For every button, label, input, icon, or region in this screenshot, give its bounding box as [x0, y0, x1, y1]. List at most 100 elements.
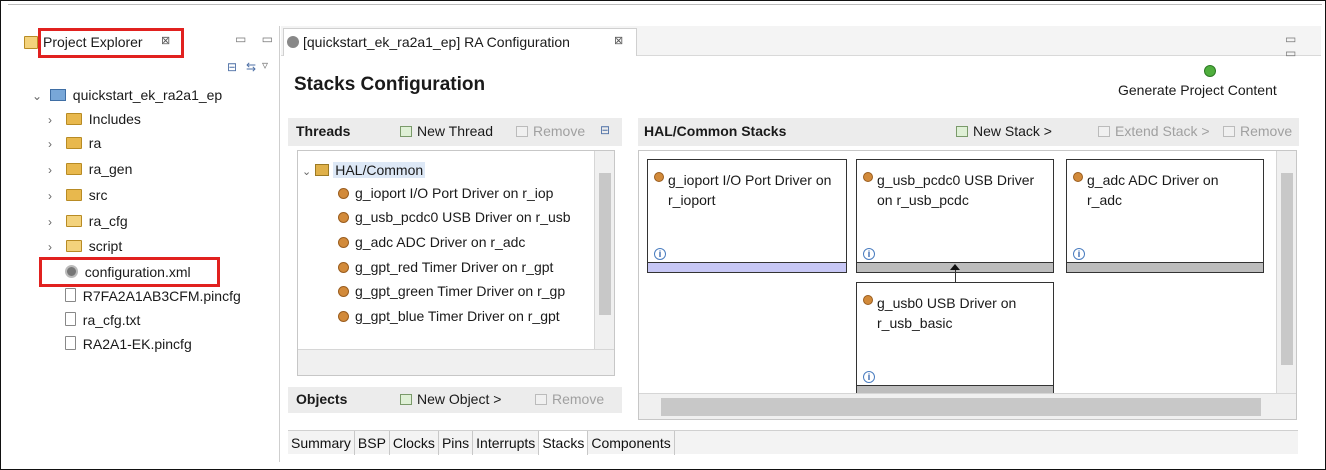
info-icon[interactable]: i	[863, 371, 875, 383]
scrollbar-thumb[interactable]	[1281, 173, 1293, 365]
remove-icon	[535, 394, 547, 405]
remove-stack-button[interactable]: Remove	[1223, 123, 1292, 139]
collapse-icon[interactable]: ⊟	[600, 123, 610, 137]
tree-item-pincfg-main[interactable]: R7FA2A1AB3CFM.pincfg	[47, 285, 241, 307]
gear-icon	[64, 265, 78, 278]
objects-title: Objects	[296, 391, 348, 407]
module-icon	[338, 286, 349, 297]
tree-item-ra-cfg[interactable]: › ra_cfg	[48, 210, 128, 232]
file-icon	[64, 288, 76, 302]
editor-tab-title: [quickstart_ek_ra2a1_ep] RA Configuratio…	[303, 34, 570, 50]
thread-item-usb-pcdc0[interactable]: g_usb_pcdc0 USB Driver on r_usb	[338, 206, 571, 228]
new-stack-icon	[956, 126, 968, 137]
chevron-right-icon: ›	[48, 137, 52, 151]
tree-item-ra-cfg-txt[interactable]: ra_cfg.txt	[47, 309, 140, 331]
stacks-canvas[interactable]: g_ioport I/O Port Driver on r_ioport i g…	[638, 150, 1297, 420]
threads-vertical-scrollbar[interactable]	[594, 151, 614, 349]
tree-item-includes[interactable]: › Includes	[48, 108, 141, 130]
stack-card-usb-pcdc0[interactable]: g_usb_pcdc0 USB Driver on r_usb_pcdc i	[856, 159, 1054, 273]
stack-card-usb0[interactable]: g_usb0 USB Driver on r_usb_basic i	[856, 282, 1054, 396]
module-icon	[338, 262, 349, 273]
new-thread-button[interactable]: New Thread	[400, 123, 493, 139]
folder-icon	[65, 137, 82, 149]
canvas-vertical-scrollbar[interactable]	[1276, 151, 1296, 393]
thread-item-gpt-blue[interactable]: g_gpt_blue Timer Driver on r_gpt	[338, 305, 560, 327]
top-border	[8, 4, 1322, 5]
thread-item-ioport[interactable]: g_ioport I/O Port Driver on r_iop	[338, 182, 553, 204]
chevron-right-icon: ›	[48, 113, 52, 127]
tree-item-ra-gen[interactable]: › ra_gen	[48, 158, 132, 180]
hal-common-stacks-title: HAL/Common Stacks	[644, 123, 787, 139]
info-icon[interactable]: i	[654, 248, 666, 260]
module-icon	[1073, 172, 1083, 182]
remove-thread-button[interactable]: Remove	[516, 123, 585, 139]
tab-stacks[interactable]: Stacks	[539, 431, 589, 455]
stack-card-ioport[interactable]: g_ioport I/O Port Driver on r_ioport i	[647, 159, 847, 273]
threads-horizontal-scrollbar[interactable]	[298, 349, 614, 375]
thread-item-hal-common[interactable]: ⌄ HAL/Common	[302, 159, 426, 181]
collapse-all-icon[interactable]: ⊟	[227, 60, 237, 74]
link-with-editor-icon[interactable]: ⇆	[246, 60, 256, 74]
folder-icon	[65, 189, 82, 201]
extend-stack-icon	[1098, 126, 1110, 137]
tree-item-ra[interactable]: › ra	[48, 132, 101, 154]
view-menu-icon[interactable]: ▿	[262, 58, 268, 72]
module-icon	[338, 188, 349, 199]
module-icon	[863, 295, 873, 305]
folder-icon	[65, 240, 82, 252]
arrow-up-icon	[950, 264, 960, 270]
scrollbar-thumb[interactable]	[599, 173, 611, 315]
module-icon	[654, 172, 664, 182]
file-icon	[64, 336, 76, 350]
threads-tree[interactable]: ⌄ HAL/Common g_ioport I/O Port Driver on …	[297, 150, 615, 376]
minimize-maximize-icons[interactable]: ▭ ▭	[1285, 32, 1326, 60]
tree-item-pincfg-ek[interactable]: RA2A1-EK.pincfg	[47, 333, 192, 355]
chevron-right-icon: ›	[48, 240, 52, 254]
chevron-down-icon: ⌄	[32, 89, 43, 103]
minimize-maximize-icons[interactable]: ▭ ▭	[235, 32, 279, 46]
gear-icon	[287, 36, 299, 48]
new-object-button[interactable]: New Object >	[400, 391, 501, 407]
close-icon[interactable]: ⊠	[161, 34, 170, 47]
includes-icon	[65, 113, 82, 125]
card-footer	[648, 262, 846, 272]
module-icon	[863, 172, 873, 182]
tab-interrupts[interactable]: Interrupts	[473, 431, 540, 455]
tab-components[interactable]: Components	[588, 431, 675, 455]
tree-item-script[interactable]: › script	[48, 235, 122, 257]
tab-bsp[interactable]: BSP	[355, 431, 390, 455]
canvas-horizontal-scrollbar[interactable]	[639, 393, 1296, 419]
stacks-configuration-title: Stacks Configuration	[294, 74, 486, 95]
extend-stack-button[interactable]: Extend Stack >	[1098, 123, 1210, 139]
thread-item-adc[interactable]: g_adc ADC Driver on r_adc	[338, 231, 525, 253]
close-icon[interactable]: ⊠	[614, 34, 623, 47]
thread-item-gpt-red[interactable]: g_gpt_red Timer Driver on r_gpt	[338, 256, 553, 278]
generate-icon[interactable]	[1204, 65, 1216, 77]
tab-pins[interactable]: Pins	[439, 431, 474, 455]
chevron-right-icon: ›	[48, 163, 52, 177]
stack-card-adc[interactable]: g_adc ADC Driver on r_adc i	[1066, 159, 1264, 273]
new-stack-button[interactable]: New Stack >	[956, 123, 1052, 139]
remove-object-button[interactable]: Remove	[535, 391, 604, 407]
card-footer	[1067, 262, 1263, 272]
generate-project-content-button[interactable]: Generate Project Content	[1118, 82, 1277, 98]
thread-item-gpt-green[interactable]: g_gpt_green Timer Driver on r_gp	[338, 280, 565, 302]
info-icon[interactable]: i	[863, 248, 875, 260]
project-icon	[49, 89, 66, 101]
chevron-right-icon: ›	[48, 215, 52, 229]
chevron-down-icon: ⌄	[302, 166, 312, 178]
scrollbar-thumb[interactable]	[661, 398, 1261, 416]
threads-title: Threads	[296, 123, 351, 139]
new-thread-icon	[400, 126, 412, 137]
info-icon[interactable]: i	[1073, 248, 1085, 260]
project-explorer-title[interactable]: Project Explorer	[43, 34, 143, 50]
tree-item-configuration-xml[interactable]: configuration.xml	[47, 261, 191, 283]
connector-line	[955, 268, 956, 282]
module-icon	[338, 311, 349, 322]
project-explorer-icon	[24, 36, 38, 49]
tree-item-src[interactable]: › src	[48, 184, 107, 206]
tab-summary[interactable]: Summary	[288, 431, 355, 455]
remove-icon	[1223, 126, 1235, 137]
tree-item-project[interactable]: ⌄ quickstart_ek_ra2a1_ep	[32, 84, 222, 106]
tab-clocks[interactable]: Clocks	[390, 431, 439, 455]
